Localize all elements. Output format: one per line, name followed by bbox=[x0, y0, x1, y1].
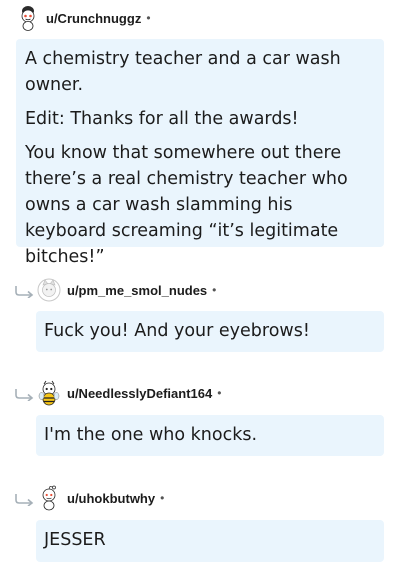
comment-paragraph: I'm the one who knocks. bbox=[44, 425, 258, 445]
comment-body: I'm the one who knocks. bbox=[36, 415, 384, 456]
comment-paragraph: A chemistry teacher and a car wash owner… bbox=[25, 49, 341, 95]
comment-header: u/Crunchnuggz • bbox=[16, 5, 151, 31]
comment-header: u/uhokbutwhy • bbox=[37, 485, 164, 511]
username[interactable]: u/uhokbutwhy bbox=[67, 491, 155, 506]
bee-snoo-icon[interactable] bbox=[37, 380, 61, 406]
comment-body: Fuck you! And your eyebrows! bbox=[36, 311, 384, 352]
separator-dot: • bbox=[212, 283, 217, 297]
username[interactable]: u/Crunchnuggz bbox=[46, 11, 141, 26]
comment-header: u/NeedlesslyDefiant164 • bbox=[37, 380, 221, 406]
comment-header: u/pm_me_smol_nudes • bbox=[37, 277, 216, 303]
comment-paragraph: Fuck you! And your eyebrows! bbox=[44, 321, 310, 341]
separator-dot: • bbox=[217, 386, 222, 400]
comment-paragraph: JESSER bbox=[44, 530, 106, 550]
cat-avatar-icon[interactable] bbox=[37, 277, 61, 303]
comment-body: JESSER bbox=[36, 520, 384, 562]
comment-paragraph: You know that somewhere out there there’… bbox=[25, 143, 348, 267]
username[interactable]: u/NeedlesslyDefiant164 bbox=[67, 386, 212, 401]
separator-dot: • bbox=[146, 11, 151, 25]
comment-body: A chemistry teacher and a car wash owner… bbox=[16, 39, 384, 267]
snoo-icon[interactable] bbox=[37, 485, 61, 511]
username[interactable]: u/pm_me_smol_nudes bbox=[67, 283, 207, 298]
comment-paragraph: Edit: Thanks for all the awards! bbox=[25, 109, 299, 129]
reply-arrow-icon bbox=[14, 492, 36, 506]
snoo-dark-hair-icon[interactable] bbox=[16, 5, 40, 31]
reply-arrow-icon bbox=[14, 284, 36, 298]
separator-dot: • bbox=[160, 491, 165, 505]
reply-arrow-icon bbox=[14, 387, 36, 401]
